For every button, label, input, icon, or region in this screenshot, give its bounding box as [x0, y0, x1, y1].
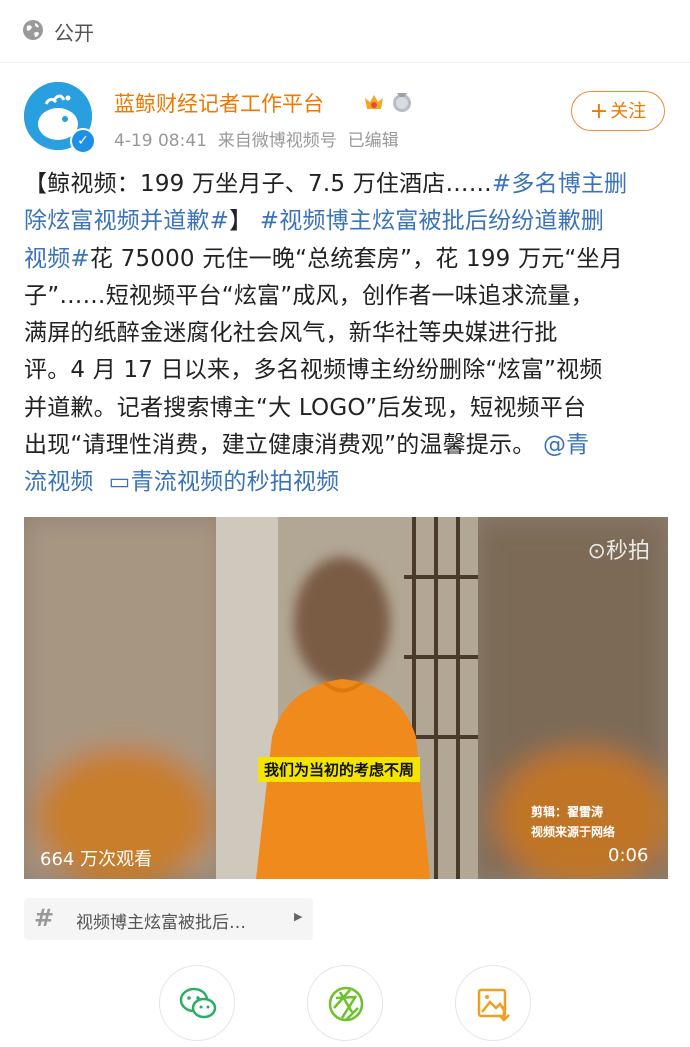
mention-link[interactable]: 流视频	[24, 469, 94, 495]
verified-icon: ✓	[70, 128, 96, 154]
wechat-icon	[179, 987, 217, 1019]
post-text: 【鲸视频：199 万坐月子、7.5 万住酒店……#多名博主删 除炫富视频并道歉#…	[24, 166, 668, 502]
post-text-segment: 评。4 月 17 日以来，多名视频博主纷纷删除“炫富”视频	[24, 357, 603, 384]
post-meta: 4-19 08:41 来自微博视频号 已编辑	[114, 126, 399, 151]
share-wechat-button[interactable]	[159, 965, 235, 1041]
topic-chip[interactable]: # 视频博主炫富被批后… ▶	[24, 898, 313, 940]
mention-link[interactable]: @青	[543, 432, 589, 458]
video-credit: 剪辑：翟雷涛 视频来源于网络	[531, 802, 615, 842]
video-link-label: 青流视频的秒拍视频	[130, 469, 340, 496]
share-moments-button[interactable]	[307, 965, 383, 1041]
moments-icon	[328, 986, 364, 1022]
hashtag-link[interactable]: 视频#	[24, 246, 90, 272]
video-subtitle: 我们为当初的考虑不周	[258, 757, 421, 782]
view-count: 664 万次观看	[40, 849, 153, 870]
source-prefix: 来自	[217, 131, 252, 151]
post-text-segment: 】	[229, 208, 253, 235]
credit-editor: 剪辑：翟雷涛	[531, 805, 604, 819]
miaopai-watermark: ⊙秒拍	[588, 533, 650, 565]
source-link[interactable]: 微博视频号	[252, 131, 337, 151]
post-text-segment: 【鲸视频：199 万坐月子、7.5 万住酒店……	[24, 171, 492, 197]
video-link[interactable]: ▭青流视频的秒拍视频	[109, 469, 340, 495]
hashtag-link[interactable]: 除炫富视频并道歉#	[24, 208, 229, 234]
save-image-icon	[477, 988, 510, 1022]
top-bar: 公开	[0, 0, 690, 62]
globe-icon	[23, 20, 43, 40]
medal-badge-icon[interactable]	[390, 90, 414, 114]
post-time: 4-19 08:41	[114, 131, 207, 151]
credit-source: 视频来源于网络	[531, 825, 616, 839]
topic-label: 视频博主炫富被批后…	[76, 913, 246, 933]
hashtag-link[interactable]: #视频博主炫富被批后纷纷道歉删	[260, 208, 604, 234]
follow-button[interactable]: + 关注	[571, 91, 665, 131]
chevron-right-icon: ▶	[294, 910, 303, 923]
save-image-button[interactable]	[455, 965, 531, 1041]
post-text-segment: 满屏的纸醉金迷腐化社会风气，新华社等央媒进行批	[24, 320, 558, 347]
crown-badge-icon[interactable]	[362, 90, 386, 114]
plus-icon: +	[589, 99, 609, 124]
video-link-icon: ▭	[108, 469, 131, 496]
post-text-segment: 子”……短视频平台“炫富”成风，创作者一味追求流量，	[24, 282, 594, 309]
post-text-segment: 并道歉。记者搜索博主“大 LOGO”后发现，短视频平台	[24, 394, 587, 421]
post-text-segment: 花 75000 元住一晚“总统套房”，花 199 万元“坐月	[89, 245, 623, 272]
divider	[0, 62, 690, 63]
watermark-text: 秒拍	[605, 539, 650, 564]
author-name[interactable]: 蓝鲸财经记者工作平台	[114, 88, 324, 118]
hashtag-icon: #	[34, 904, 55, 932]
follow-label: 关注	[610, 101, 647, 122]
post-text-segment: 出现“请理性消费，建立健康消费观”的温馨提示。	[24, 432, 536, 459]
edited-label: 已编辑	[347, 131, 399, 151]
visibility-label: 公开	[54, 21, 94, 45]
video-duration: 0:06	[608, 845, 649, 866]
hashtag-link[interactable]: #多名博主删	[492, 171, 627, 197]
play-icon: ⊙	[587, 539, 606, 564]
